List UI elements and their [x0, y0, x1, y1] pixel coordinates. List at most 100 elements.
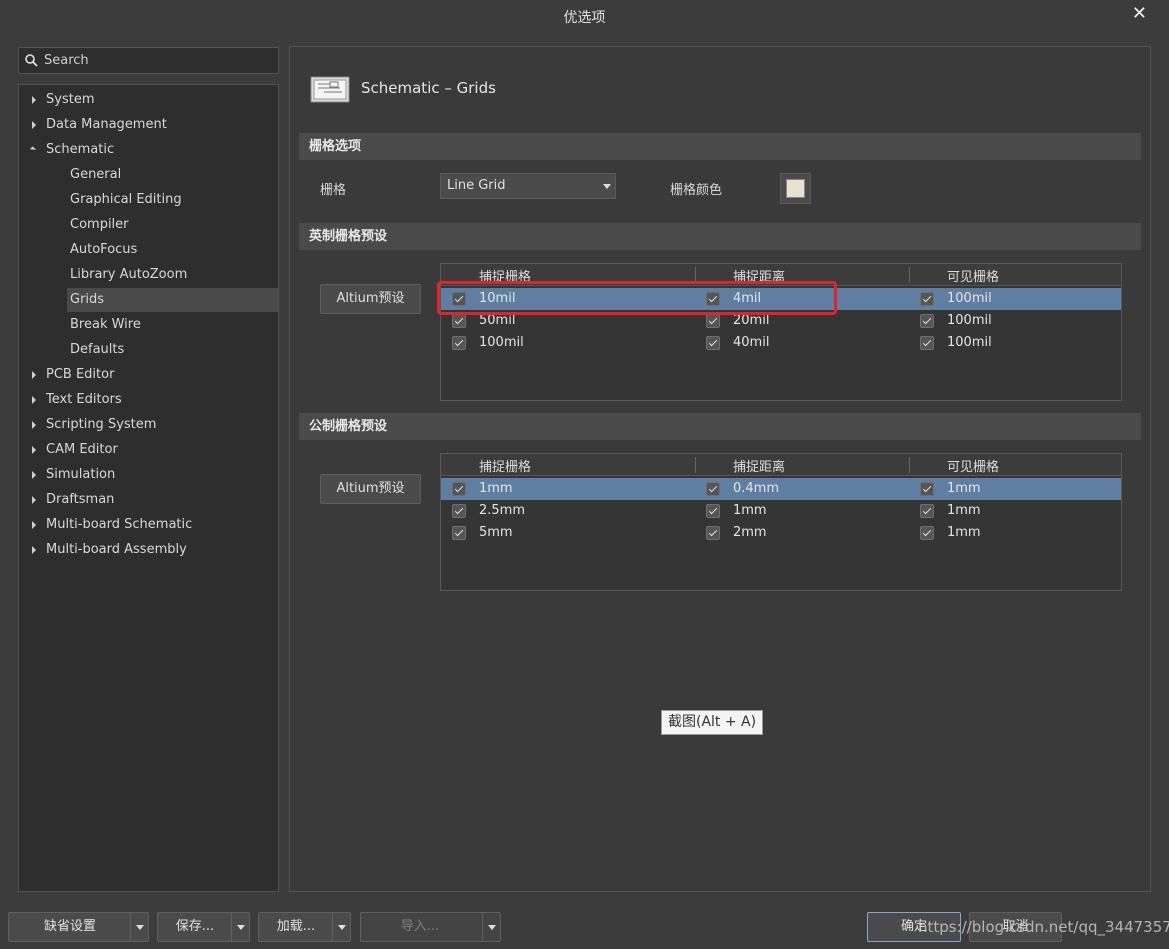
column-header[interactable]: 可见栅格: [947, 456, 999, 475]
tree-item[interactable]: PCB Editor: [19, 363, 278, 387]
column-header[interactable]: 捕捉距离: [733, 266, 785, 285]
checkbox[interactable]: [452, 504, 466, 518]
metric-grid-table: 捕捉栅格 捕捉距离 可见栅格 1mm 0.4mm 1mm 2.5mm 1mm 1mm 5mm 2mm…: [440, 453, 1122, 591]
checkbox[interactable]: [452, 336, 466, 350]
tree-item[interactable]: CAM Editor: [19, 438, 278, 462]
checkbox[interactable]: [706, 292, 720, 306]
table-cell[interactable]: 100mil: [947, 313, 992, 328]
column-divider[interactable]: [695, 267, 696, 283]
column-header[interactable]: 可见栅格: [947, 266, 999, 285]
table-cell[interactable]: 50mil: [479, 313, 515, 328]
collapsed-arrow-icon[interactable]: [31, 113, 39, 137]
table-cell[interactable]: 10mil: [479, 291, 515, 306]
preferences-tree: System Data Management Schematic General Gra…: [18, 84, 279, 892]
column-header[interactable]: 捕捉距离: [733, 456, 785, 475]
chevron-down-icon[interactable]: [482, 913, 500, 941]
checkbox[interactable]: [920, 504, 934, 518]
checkbox[interactable]: [706, 504, 720, 518]
checkbox[interactable]: [920, 314, 934, 328]
checkbox[interactable]: [706, 526, 720, 540]
table-cell[interactable]: 4mil: [733, 291, 761, 306]
checkbox[interactable]: [706, 336, 720, 350]
close-icon[interactable]: ✕: [1132, 4, 1147, 24]
table-row[interactable]: 10mil 4mil 100mil: [441, 288, 1121, 310]
tree-item[interactable]: Multi-board Assembly: [19, 538, 278, 562]
column-divider[interactable]: [909, 267, 910, 283]
collapsed-arrow-icon[interactable]: [31, 388, 39, 412]
table-cell[interactable]: 1mm: [479, 481, 513, 496]
checkbox[interactable]: [706, 482, 720, 496]
table-cell[interactable]: 2mm: [733, 525, 767, 540]
load-button[interactable]: 加载...: [258, 912, 351, 942]
tree-item[interactable]: Grids: [67, 288, 278, 312]
tree-item[interactable]: Multi-board Schematic: [19, 513, 278, 537]
grid-type-select[interactable]: Line Grid: [440, 173, 616, 199]
column-header[interactable]: 捕捉栅格: [479, 266, 531, 285]
tree-item[interactable]: Schematic: [19, 138, 278, 162]
checkbox[interactable]: [920, 482, 934, 496]
checkbox[interactable]: [920, 526, 934, 540]
tree-item[interactable]: Break Wire: [19, 313, 278, 337]
table-cell[interactable]: 40mil: [733, 335, 769, 350]
table-row[interactable]: 5mm 2mm 1mm: [441, 522, 1121, 544]
tree-item[interactable]: Scripting System: [19, 413, 278, 437]
checkbox[interactable]: [920, 336, 934, 350]
tree-item[interactable]: Graphical Editing: [19, 188, 278, 212]
checkbox[interactable]: [452, 526, 466, 540]
save-button[interactable]: 保存...: [157, 912, 250, 942]
checkbox[interactable]: [452, 482, 466, 496]
collapsed-arrow-icon[interactable]: [31, 513, 39, 537]
chevron-down-icon[interactable]: [231, 913, 249, 941]
collapsed-arrow-icon[interactable]: [31, 413, 39, 437]
checkbox[interactable]: [920, 292, 934, 306]
tree-item[interactable]: Defaults: [19, 338, 278, 362]
chevron-down-icon[interactable]: [332, 913, 350, 941]
table-cell[interactable]: 5mm: [479, 525, 513, 540]
collapsed-arrow-icon[interactable]: [31, 88, 39, 112]
table-row[interactable]: 50mil 20mil 100mil: [441, 310, 1121, 332]
tree-item[interactable]: General: [19, 163, 278, 187]
chevron-down-icon[interactable]: [130, 913, 148, 941]
column-header[interactable]: 捕捉栅格: [479, 456, 531, 475]
table-cell[interactable]: 1mm: [947, 525, 981, 540]
table-cell[interactable]: 1mm: [733, 503, 767, 518]
collapsed-arrow-icon[interactable]: [31, 488, 39, 512]
table-cell[interactable]: 100mil: [479, 335, 524, 350]
tree-item-label: System: [46, 92, 95, 107]
table-row[interactable]: 1mm 0.4mm 1mm: [441, 478, 1121, 500]
table-cell[interactable]: 100mil: [947, 291, 992, 306]
imperial-altium-preset-button[interactable]: Altium预设: [320, 284, 421, 314]
import-button[interactable]: 导入...: [360, 912, 501, 942]
table-cell[interactable]: 1mm: [947, 481, 981, 496]
grid-color-button[interactable]: [780, 173, 811, 204]
default-settings-button[interactable]: 缺省设置: [8, 912, 149, 942]
metric-altium-preset-button[interactable]: Altium预设: [320, 474, 421, 504]
table-cell[interactable]: 20mil: [733, 313, 769, 328]
collapsed-arrow-icon[interactable]: [31, 538, 39, 562]
tree-item[interactable]: Draftsman: [19, 488, 278, 512]
tree-item[interactable]: Text Editors: [19, 388, 278, 412]
collapsed-arrow-icon[interactable]: [31, 438, 39, 462]
collapsed-arrow-icon[interactable]: [31, 463, 39, 487]
tree-item[interactable]: AutoFocus: [19, 238, 278, 262]
column-divider[interactable]: [909, 457, 910, 473]
tree-item[interactable]: Data Management: [19, 113, 278, 137]
checkbox[interactable]: [706, 314, 720, 328]
table-cell[interactable]: 100mil: [947, 335, 992, 350]
table-cell[interactable]: 0.4mm: [733, 481, 779, 496]
save-label: 保存...: [175, 919, 215, 934]
expanded-arrow-icon[interactable]: [31, 138, 39, 162]
search-input[interactable]: Search: [18, 47, 279, 74]
table-row[interactable]: 2.5mm 1mm 1mm: [441, 500, 1121, 522]
collapsed-arrow-icon[interactable]: [31, 363, 39, 387]
tree-item[interactable]: System: [19, 88, 278, 112]
checkbox[interactable]: [452, 292, 466, 306]
table-row[interactable]: 100mil 40mil 100mil: [441, 332, 1121, 354]
checkbox[interactable]: [452, 314, 466, 328]
tree-item[interactable]: Simulation: [19, 463, 278, 487]
table-cell[interactable]: 1mm: [947, 503, 981, 518]
tree-item[interactable]: Compiler: [19, 213, 278, 237]
tree-item[interactable]: Library AutoZoom: [19, 263, 278, 287]
table-cell[interactable]: 2.5mm: [479, 503, 525, 518]
column-divider[interactable]: [695, 457, 696, 473]
